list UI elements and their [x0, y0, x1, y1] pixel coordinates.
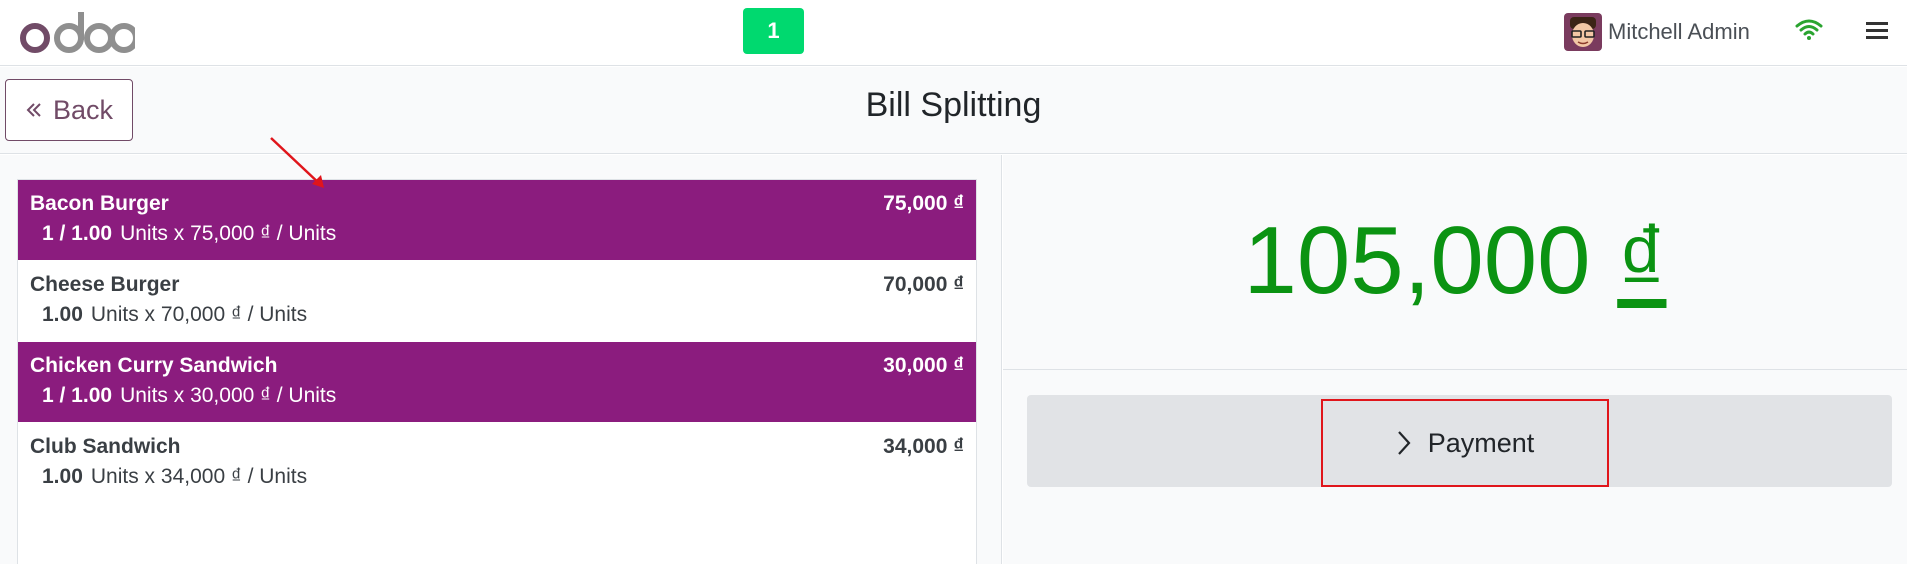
top-navbar: 1 Mitchell Admin — [0, 0, 1907, 66]
total-value: 105,000 — [1243, 207, 1591, 314]
line-quantity: 1 / 1.00 — [42, 222, 113, 245]
split-total-amount: 105,000 ₫ — [1003, 206, 1907, 316]
payment-button-label: Payment — [1427, 427, 1535, 458]
orderline[interactable]: Cheese Burger 70,000 ₫ 1.00 Units x 70,00… — [18, 261, 976, 342]
user-name: Mitchell Admin — [1608, 19, 1750, 44]
line-detail: 1 / 1.00 Units x 30,000 ₫ / Units — [42, 384, 336, 408]
order-number-badge[interactable]: 1 — [743, 8, 804, 54]
line-price: 30,000 ₫ — [883, 354, 964, 377]
chevron-right-icon — [1397, 431, 1411, 455]
line-detail: 1.00 Units x 70,000 ₫ / Units — [42, 303, 307, 327]
product-name: Bacon Burger — [30, 192, 169, 215]
line-price: 75,000 ₫ — [883, 192, 964, 215]
line-quantity: 1.00 — [42, 303, 83, 326]
line-unit-info: Units x 34,000 ₫ / Units — [90, 465, 308, 488]
product-name: Cheese Burger — [30, 273, 180, 296]
payment-bar: Payment — [1027, 395, 1892, 487]
user-menu[interactable]: Mitchell Admin — [1564, 12, 1750, 52]
line-detail: 1.00 Units x 34,000 ₫ / Units — [42, 465, 307, 489]
odoo-logo[interactable] — [20, 8, 135, 58]
line-price: 70,000 ₫ — [883, 273, 964, 296]
product-name: Club Sandwich — [30, 435, 181, 458]
line-unit-info: Units x 30,000 ₫ / Units — [120, 384, 337, 407]
line-quantity: 1 / 1.00 — [42, 384, 113, 407]
screen-header: Back Bill Splitting — [0, 67, 1907, 154]
line-price: 34,000 ₫ — [883, 435, 964, 458]
line-quantity: 1.00 — [42, 465, 83, 488]
product-name: Chicken Curry Sandwich — [30, 354, 278, 377]
orderline[interactable]: Chicken Curry Sandwich 30,000 ₫ 1 / 1.00… — [18, 342, 976, 423]
orderline[interactable]: Bacon Burger 75,000 ₫ 1 / 1.00 Units x 75… — [18, 180, 976, 261]
avatar — [1564, 13, 1602, 51]
hamburger-menu-icon[interactable] — [1866, 20, 1888, 40]
order-pane: Bacon Burger 75,000 ₫ 1 / 1.00 Units x 75… — [0, 155, 1002, 564]
page-title: Bill Splitting — [865, 86, 1042, 124]
orderline[interactable]: Club Sandwich 34,000 ₫ 1.00 Units x 34,00… — [18, 423, 976, 504]
line-unit-info: Units x 75,000 ₫ / Units — [120, 222, 337, 245]
wifi-icon[interactable] — [1795, 17, 1823, 41]
line-detail: 1 / 1.00 Units x 75,000 ₫ / Units — [42, 222, 336, 246]
split-summary-pane: 105,000 ₫ Payment — [1003, 155, 1907, 564]
total-currency: ₫ — [1617, 207, 1667, 314]
orderline-list: Bacon Burger 75,000 ₫ 1 / 1.00 Units x 75… — [17, 179, 977, 564]
payment-button[interactable]: Payment — [1321, 399, 1609, 487]
line-unit-info: Units x 70,000 ₫ / Units — [90, 303, 308, 326]
total-area: 105,000 ₫ — [1003, 155, 1907, 370]
